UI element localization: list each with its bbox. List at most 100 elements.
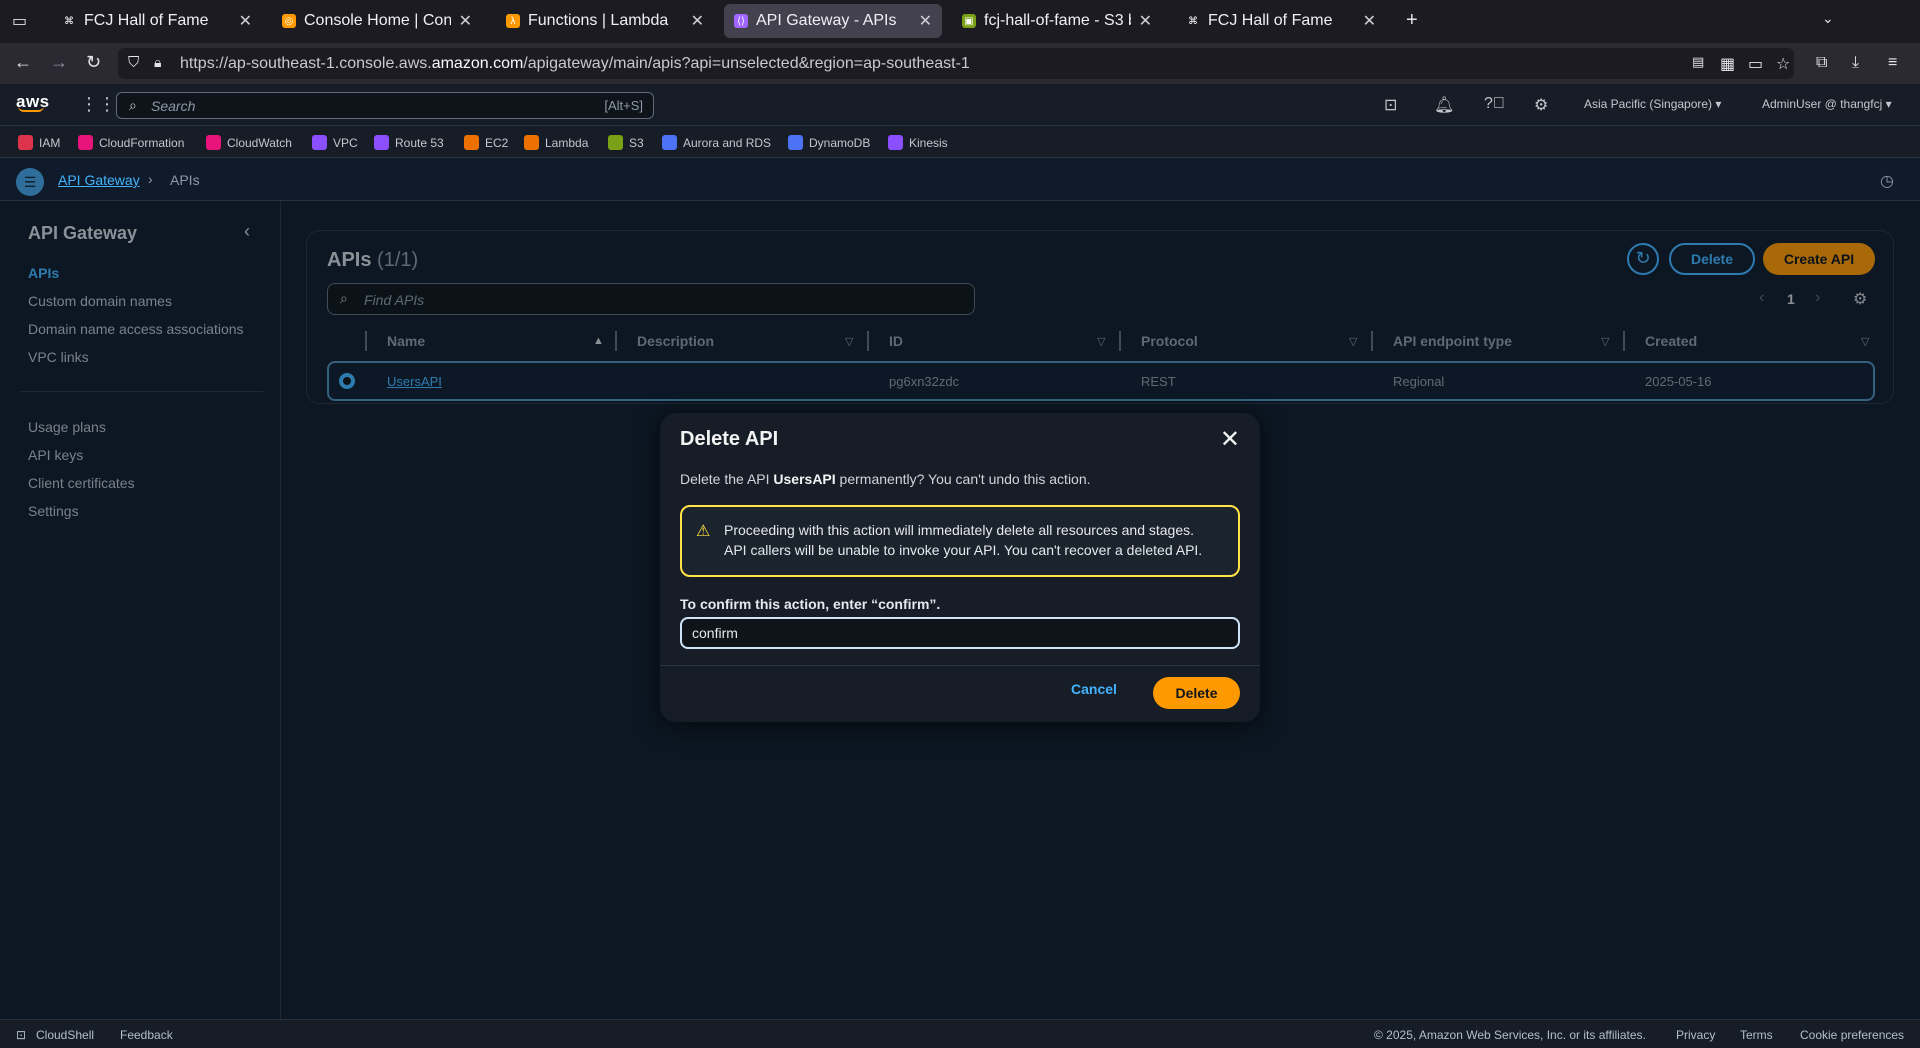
favorite-vpc[interactable]: VPC	[312, 135, 358, 150]
footer-feedback[interactable]: Feedback	[120, 1028, 173, 1042]
browser-tab[interactable]: λ Functions | Lambda ✕	[496, 4, 714, 38]
footer: ⊡ CloudShell Feedback © 2025, Amazon Web…	[0, 1019, 1920, 1048]
tab-title: API Gateway - APIs	[756, 12, 897, 29]
warning-line: API callers will be unable to invoke you…	[724, 542, 1203, 558]
confirm-label: To confirm this action, enter “confirm”.	[680, 596, 941, 612]
chevron-down-icon[interactable]: ⌄	[1822, 10, 1834, 27]
gear-icon[interactable]: ⚙	[1534, 95, 1548, 115]
help-icon[interactable]: ?⃝	[1484, 95, 1505, 113]
rds-icon	[662, 135, 677, 150]
footer-cookie-preferences[interactable]: Cookie preferences	[1800, 1028, 1904, 1042]
tab-title: FCJ Hall of Fame	[84, 12, 209, 29]
browser-tab[interactable]: ⌘ FCJ Hall of Fame ✕	[1176, 4, 1386, 38]
favorite-lambda[interactable]: Lambda	[524, 135, 588, 150]
dynamodb-icon	[788, 135, 803, 150]
footer-cloudshell[interactable]: CloudShell	[36, 1028, 94, 1042]
close-tab-icon[interactable]: ✕	[459, 11, 472, 31]
url-bar[interactable]: ⛉ 🔒︎ https://ap-southeast-1.console.aws.…	[118, 48, 1794, 79]
s3-icon	[608, 135, 623, 150]
browser-tab[interactable]: ◎ Console Home | Console Home ✕	[272, 4, 482, 38]
cloudwatch-icon	[206, 135, 221, 150]
delete-api-modal: Delete API ✕ Delete the API UsersAPI per…	[660, 413, 1260, 722]
region-selector[interactable]: Asia Pacific (Singapore) ▾	[1584, 97, 1721, 111]
cloudformation-icon	[78, 135, 93, 150]
extensions-icon[interactable]: ⧉	[1816, 54, 1827, 72]
close-tab-icon[interactable]: ✕	[1139, 11, 1152, 31]
breadcrumb-bar: ☰ API Gateway › APIs ◷	[0, 159, 1920, 201]
favorite-cloudformation[interactable]: CloudFormation	[78, 135, 184, 150]
browser-tab[interactable]: ▣ fcj-hall-of-fame - S3 bucket ✕	[952, 4, 1162, 38]
modal-description: Delete the API UsersAPI permanently? You…	[680, 471, 1091, 487]
warning-alert: ⚠ Proceeding with this action will immed…	[680, 505, 1240, 577]
close-tab-icon[interactable]: ✕	[1363, 11, 1376, 31]
lock-icon[interactable]: 🔒︎	[154, 54, 161, 71]
cloudshell-icon[interactable]: ⊡	[16, 1028, 26, 1042]
confirm-input[interactable]	[680, 617, 1240, 649]
reload-icon[interactable]: ↻	[86, 52, 101, 73]
download-icon[interactable]: ⤓	[1852, 54, 1859, 72]
account-menu[interactable]: AdminUser @ thangfcj ▾	[1762, 97, 1892, 111]
menu-icon[interactable]: ≡	[1888, 54, 1897, 72]
close-tab-icon[interactable]: ✕	[691, 11, 704, 31]
hamburger-menu-icon[interactable]: ☰	[16, 168, 44, 196]
forward-icon[interactable]: →	[50, 52, 68, 73]
api-gateway-icon: ⟨⟩	[734, 14, 748, 28]
browser-tab-active[interactable]: ⟨⟩ API Gateway - APIs ✕	[724, 4, 942, 38]
iam-icon	[18, 135, 33, 150]
aws-top-nav: aws ⋮⋮⋮ ⌕ Search [Alt+S] ⊡ 🔔︎ ?⃝ ⚙ Asia …	[0, 84, 1920, 126]
favorite-cloudwatch[interactable]: CloudWatch	[206, 135, 292, 150]
footer-copyright: © 2025, Amazon Web Services, Inc. or its…	[1374, 1028, 1646, 1042]
footer-privacy[interactable]: Privacy	[1676, 1028, 1715, 1042]
favorite-dynamodb[interactable]: DynamoDB	[788, 135, 870, 150]
close-tab-icon[interactable]: ✕	[239, 11, 252, 31]
vpc-icon	[312, 135, 327, 150]
modal-divider	[660, 665, 1260, 666]
tab-title: Console Home | Console Home	[304, 12, 451, 29]
favorites-bar: IAM CloudFormation CloudWatch VPC Route …	[0, 126, 1920, 158]
kinesis-icon	[888, 135, 903, 150]
back-icon[interactable]: ←	[14, 52, 32, 73]
browser-tab[interactable]: ⌘ FCJ Hall of Fame ✕	[52, 4, 262, 38]
aws-logo[interactable]: aws	[16, 92, 50, 112]
command-icon: ⌘	[64, 15, 74, 27]
confirm-delete-button[interactable]: Delete	[1153, 677, 1240, 709]
tab-list-icon[interactable]: ▭	[12, 11, 27, 31]
footer-terms[interactable]: Terms	[1740, 1028, 1773, 1042]
favorite-kinesis[interactable]: Kinesis	[888, 135, 948, 150]
close-icon[interactable]: ✕	[1220, 425, 1240, 454]
new-tab-icon[interactable]: +	[1406, 9, 1418, 32]
ec2-icon	[464, 135, 479, 150]
url-text[interactable]: https://ap-southeast-1.console.aws.amazo…	[180, 55, 970, 73]
bookmark-star-icon[interactable]: ☆	[1776, 54, 1790, 74]
search-placeholder: Search	[151, 98, 196, 114]
breadcrumb-current: APIs	[170, 172, 200, 188]
favorite-aurora-rds[interactable]: Aurora and RDS	[662, 135, 771, 150]
lambda-icon	[524, 135, 539, 150]
qr-code-icon[interactable]: ▦	[1720, 54, 1735, 74]
cloudshell-icon[interactable]: ⊡	[1384, 95, 1397, 115]
browser-nav-bar: ← → ↻ ⛉ 🔒︎ https://ap-southeast-1.consol…	[0, 43, 1920, 84]
favorite-ec2[interactable]: EC2	[464, 135, 508, 150]
favorite-route53[interactable]: Route 53	[374, 135, 444, 150]
lambda-icon: λ	[506, 14, 520, 28]
favorite-s3[interactable]: S3	[608, 135, 644, 150]
cancel-button[interactable]: Cancel	[1065, 680, 1123, 698]
bell-icon[interactable]: 🔔︎	[1434, 95, 1454, 115]
flag-icon[interactable]: ▤	[1692, 54, 1704, 70]
search-icon: ⌕	[129, 97, 137, 113]
favorite-iam[interactable]: IAM	[18, 135, 60, 150]
close-tab-icon[interactable]: ✕	[919, 11, 932, 31]
aws-console-icon: ◎	[282, 14, 296, 28]
reader-icon[interactable]: ▭	[1748, 54, 1763, 74]
modal-title: Delete API	[680, 428, 779, 450]
tab-title: fcj-hall-of-fame - S3 bucket	[984, 12, 1131, 29]
search-input[interactable]: ⌕ Search [Alt+S]	[116, 92, 654, 119]
warning-icon: ⚠	[696, 523, 711, 540]
s3-icon: ▣	[962, 14, 976, 28]
shield-icon[interactable]: ⛉	[128, 54, 139, 71]
clock-icon[interactable]: ◷	[1880, 171, 1894, 191]
chevron-right-icon: ›	[148, 171, 153, 187]
breadcrumb-root[interactable]: API Gateway	[58, 172, 140, 188]
search-shortcut: [Alt+S]	[604, 98, 643, 113]
tab-title: FCJ Hall of Fame	[1208, 12, 1333, 29]
